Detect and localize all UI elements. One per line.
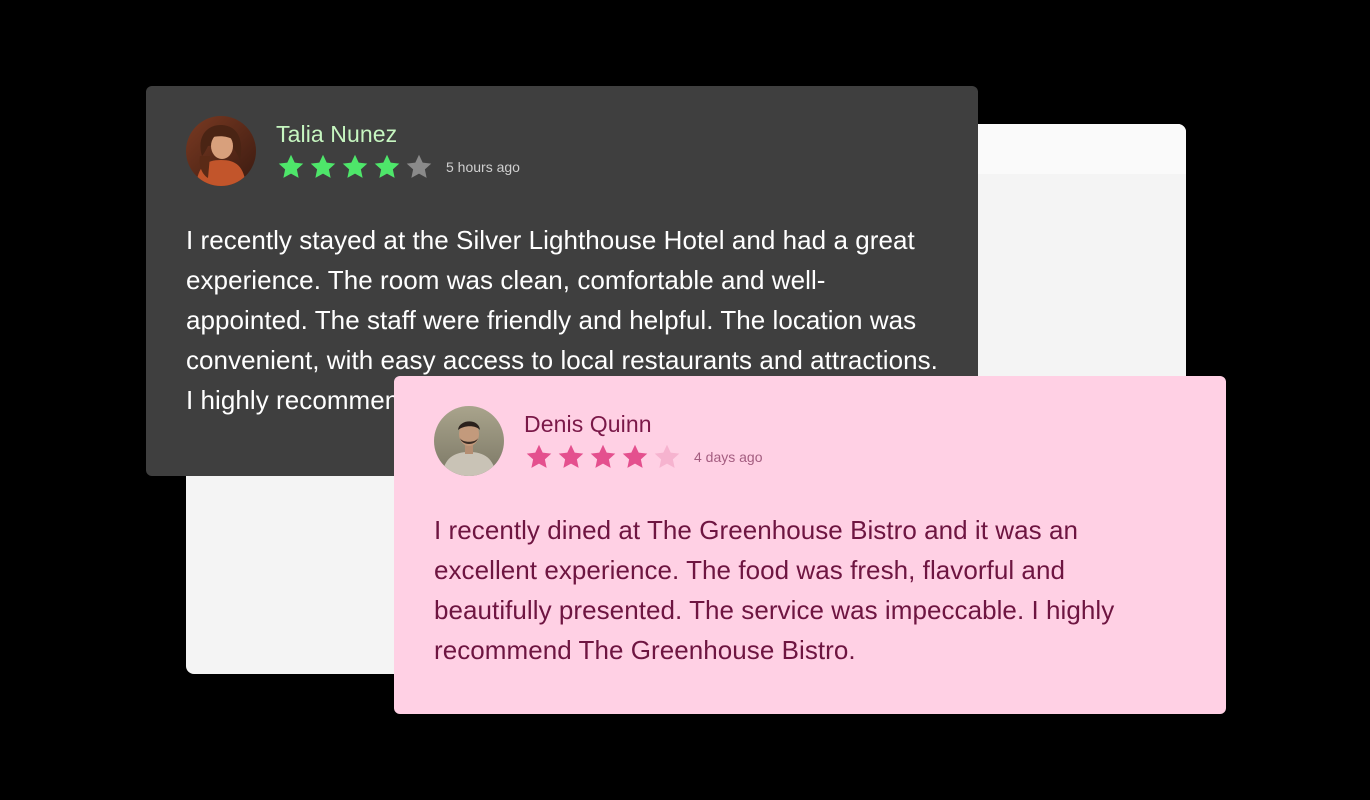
review-header: Talia Nunez 5 hours ago <box>186 116 938 186</box>
reviewer-name: Talia Nunez <box>276 121 398 147</box>
star-icon <box>588 442 618 472</box>
review-card-denis: Denis Quinn 4 days ago I recently dined … <box>394 376 1226 714</box>
avatar <box>434 406 504 476</box>
star-rating <box>524 442 684 472</box>
star-icon <box>308 152 338 182</box>
review-meta: Denis Quinn 4 days ago <box>524 410 763 472</box>
avatar-photo-woman <box>186 116 256 186</box>
reviewer-name: Denis Quinn <box>524 411 652 437</box>
star-icon <box>652 442 682 472</box>
review-time: 4 days ago <box>694 449 763 465</box>
avatar-photo-man <box>434 406 504 476</box>
review-time: 5 hours ago <box>446 159 520 175</box>
rating-row: 5 hours ago <box>276 152 520 182</box>
avatar <box>186 116 256 186</box>
rating-row: 4 days ago <box>524 442 763 472</box>
star-rating <box>276 152 436 182</box>
star-icon <box>340 152 370 182</box>
star-icon <box>524 442 554 472</box>
review-header: Denis Quinn 4 days ago <box>434 406 1186 476</box>
star-icon <box>276 152 306 182</box>
star-icon <box>404 152 434 182</box>
star-icon <box>620 442 650 472</box>
review-text: I recently dined at The Greenhouse Bistr… <box>434 515 1115 665</box>
review-meta: Talia Nunez 5 hours ago <box>276 120 520 182</box>
star-icon <box>372 152 402 182</box>
star-icon <box>556 442 586 472</box>
